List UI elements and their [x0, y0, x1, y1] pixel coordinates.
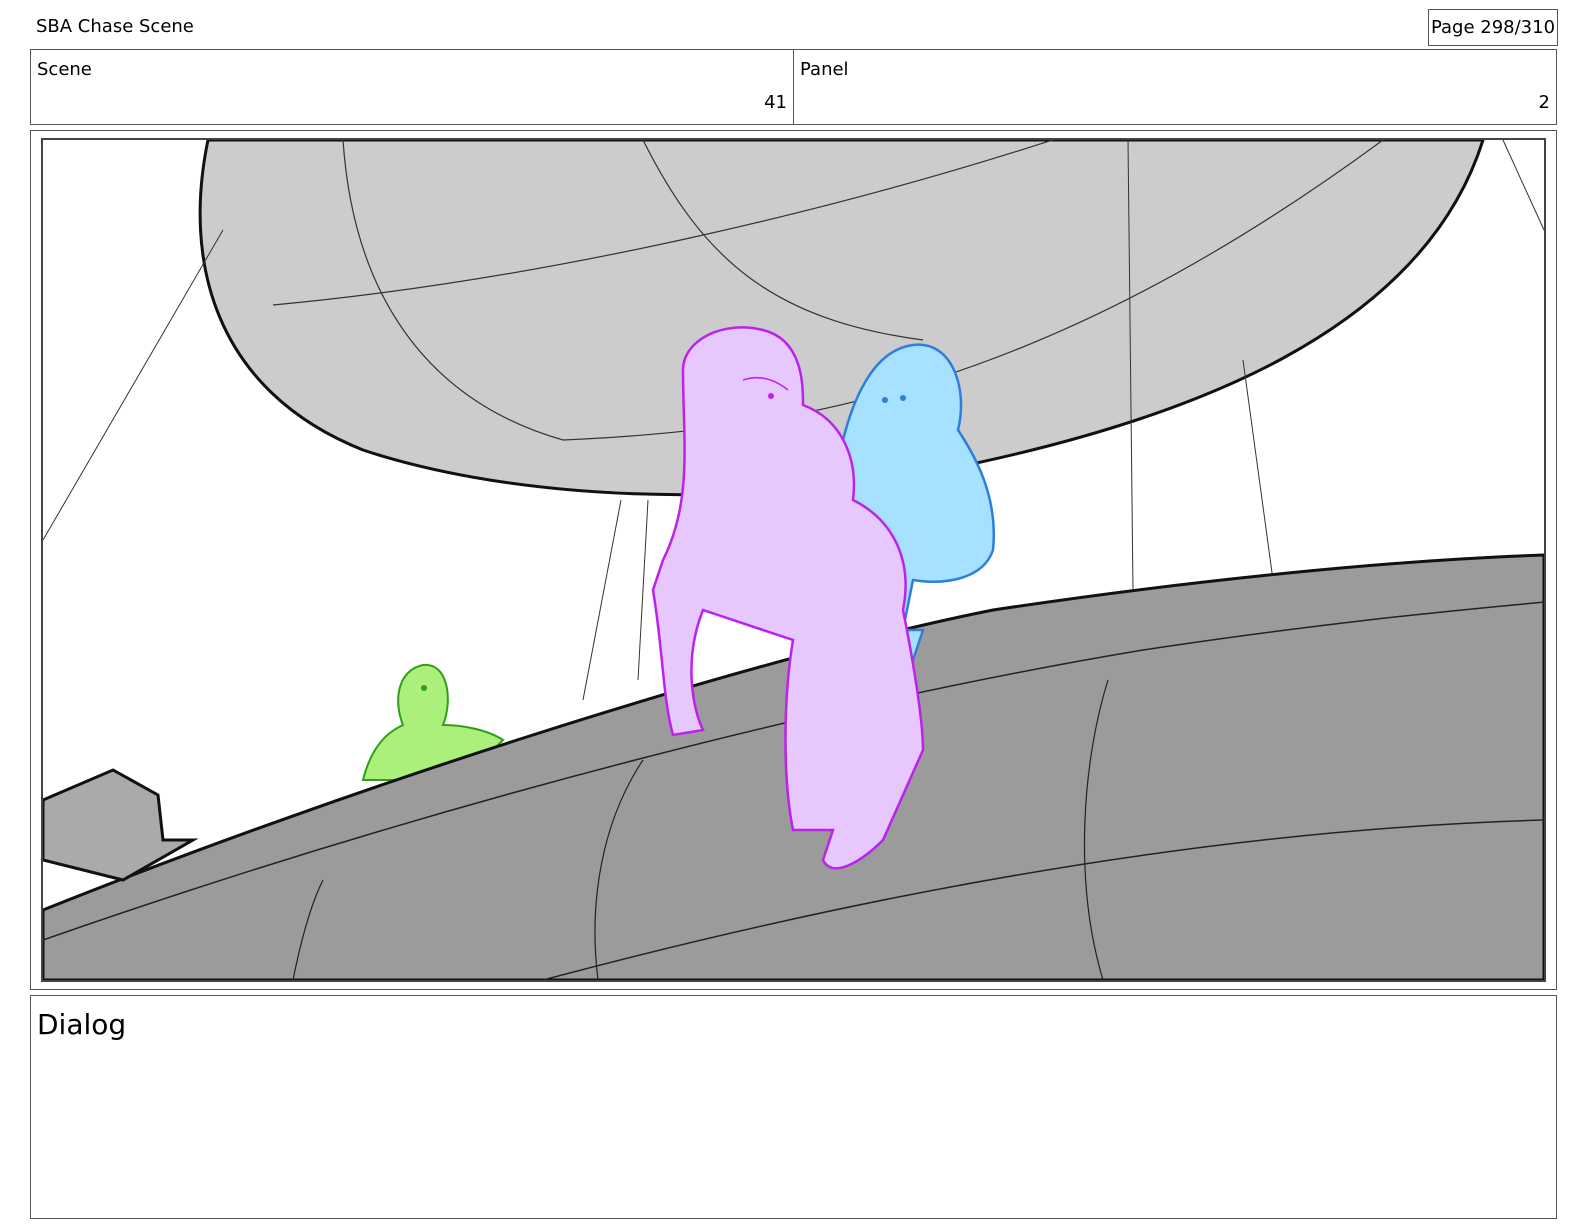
scene-label: Scene	[37, 59, 92, 80]
panel-label: Panel	[800, 59, 849, 80]
rigging-rope	[582, 499, 622, 701]
rigging-rope	[43, 229, 224, 541]
scene-number: 41	[764, 92, 787, 113]
panel-frame	[30, 130, 1557, 990]
scene-cell: Scene 41	[31, 50, 793, 124]
panel-number: 2	[1538, 92, 1550, 113]
dialog-box: Dialog	[30, 995, 1557, 1219]
rigging-rope	[1242, 359, 1274, 581]
rigging-rope	[637, 499, 649, 681]
page-number: Page 298/310	[1428, 9, 1558, 46]
dialog-label: Dialog	[37, 1008, 127, 1041]
scene-panel-info: Scene 41 Panel 2	[30, 49, 1557, 125]
storyboard-sketch	[41, 138, 1546, 982]
project-title: SBA Chase Scene	[36, 16, 194, 37]
panel-cell: Panel 2	[793, 50, 1556, 124]
rigging-rope	[1502, 140, 1544, 231]
